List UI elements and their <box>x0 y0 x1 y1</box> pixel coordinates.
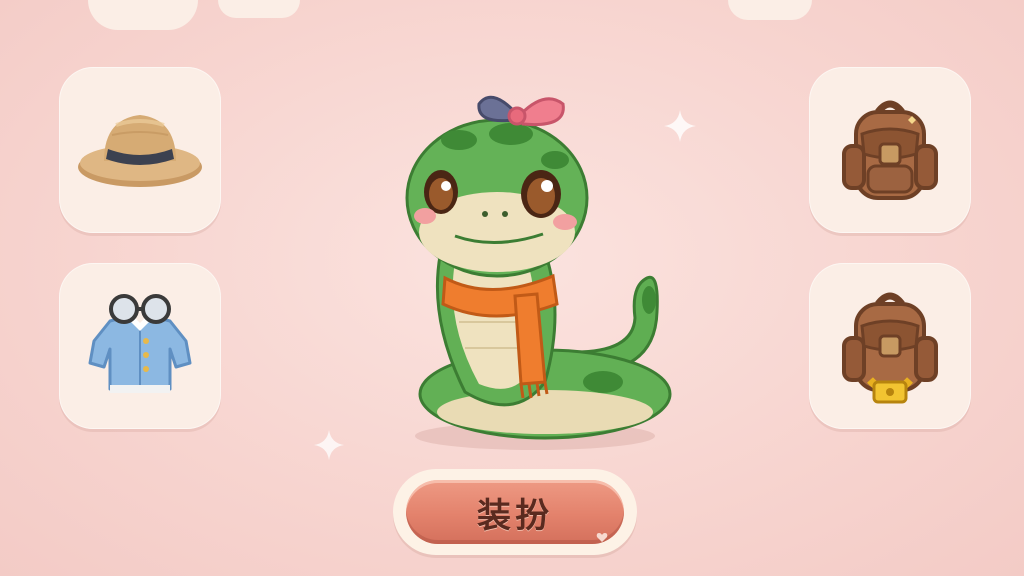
snake-character <box>405 95 672 450</box>
top-slot-left-1[interactable] <box>88 0 198 30</box>
heart-icon <box>596 533 608 542</box>
item-slot-outfit[interactable] <box>59 263 221 429</box>
brown-backpack-gold-clasp-icon <box>842 292 938 404</box>
blue-shirt-glasses-icon <box>88 294 192 393</box>
item-slot-backpack-gold[interactable] <box>809 263 971 429</box>
sparkle-icon <box>313 429 345 461</box>
dress-up-button-label: 装扮 <box>477 495 553 536</box>
item-slot-backpack[interactable] <box>809 67 971 233</box>
dress-up-button[interactable]: 装扮 <box>406 480 624 544</box>
top-slot-right[interactable] <box>728 0 812 20</box>
brown-backpack-icon <box>842 100 938 200</box>
straw-hat-icon <box>78 115 202 187</box>
item-slot-hat[interactable] <box>59 67 221 233</box>
top-slot-left-2[interactable] <box>218 0 300 18</box>
